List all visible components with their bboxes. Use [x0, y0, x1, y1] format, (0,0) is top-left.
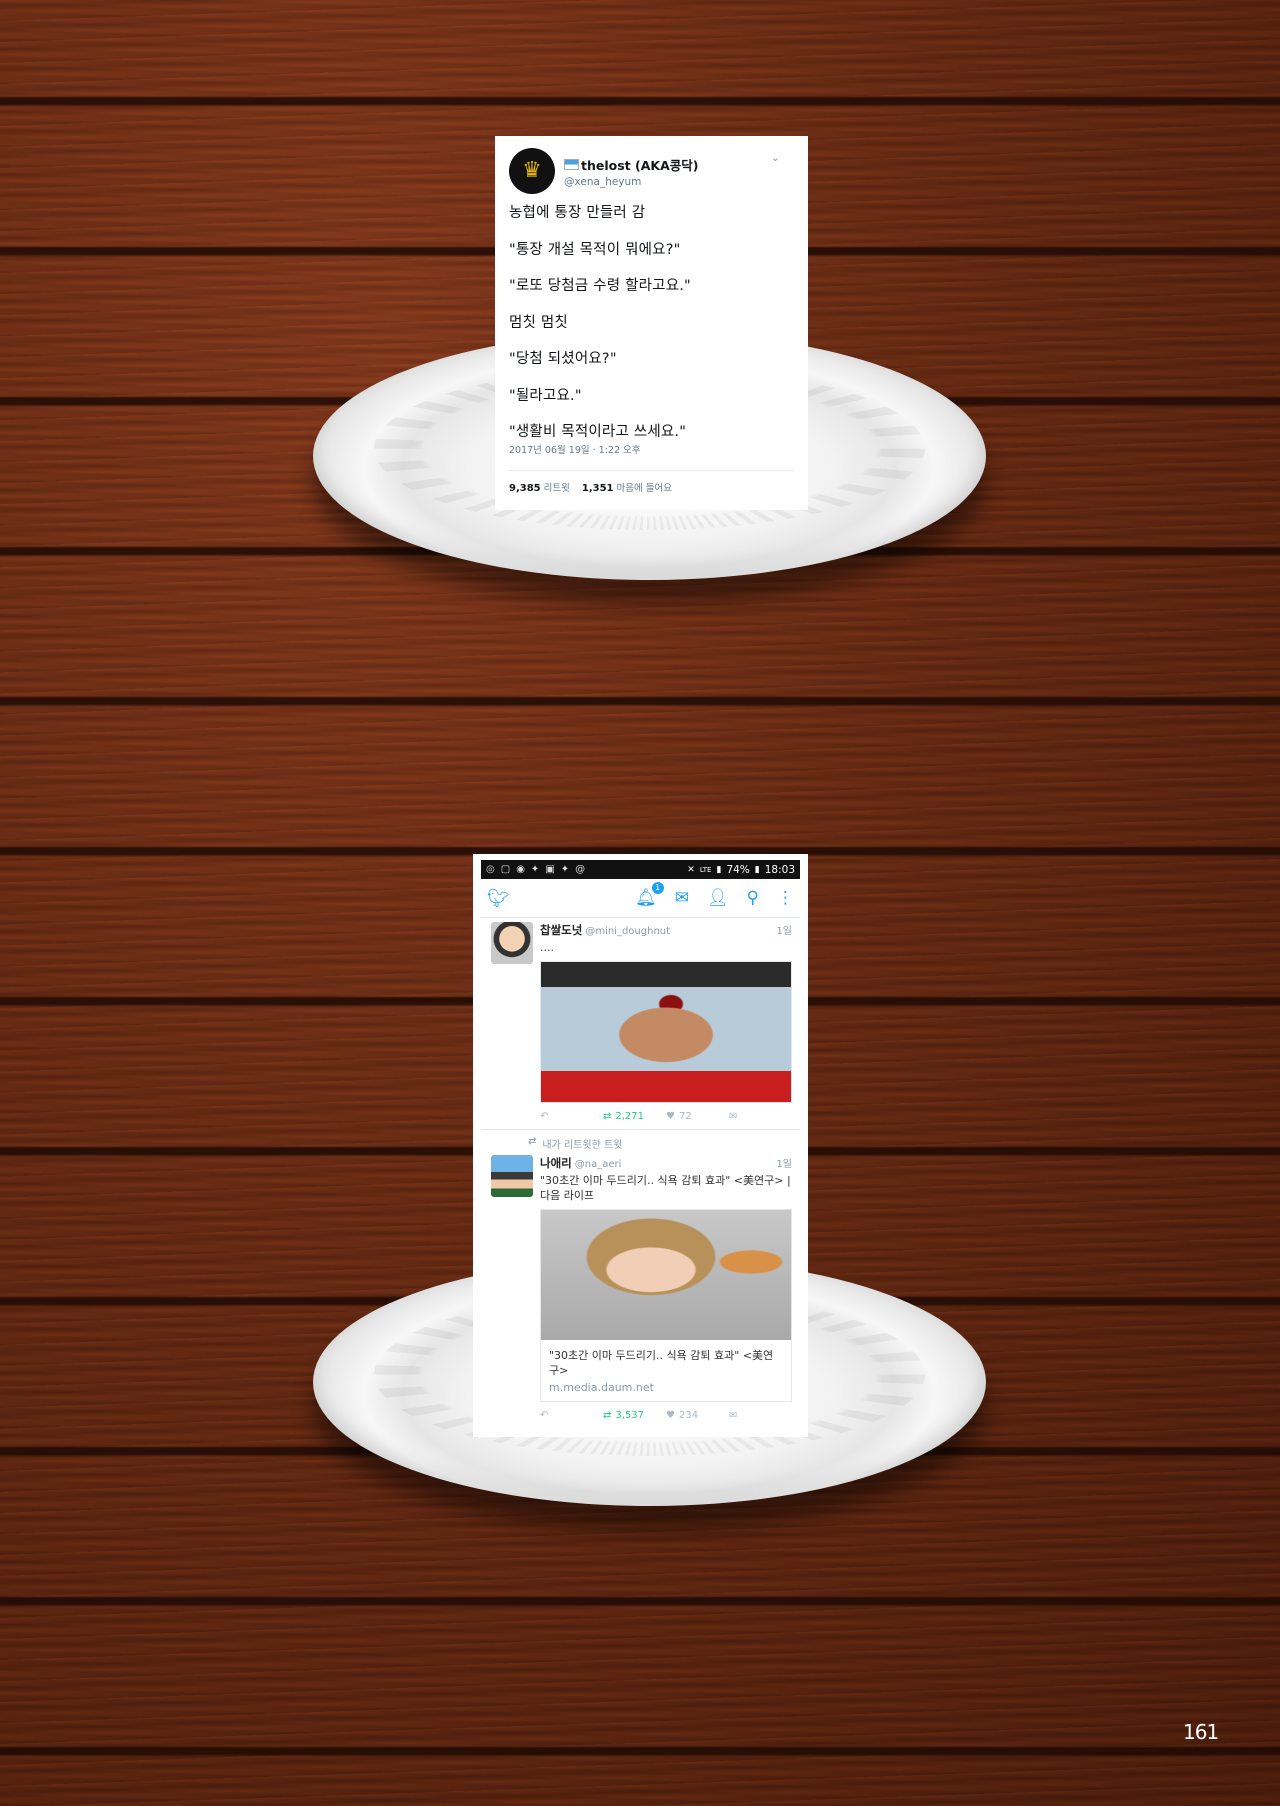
tweet-timestamp[interactable]: 2017년 06월 19일 · 1:22 오후	[509, 442, 794, 456]
retweet-count[interactable]: 9,385 리트윗	[509, 480, 570, 494]
tweet-line: "될라고요."	[509, 387, 582, 404]
app-bar-actions: 🔔︎ 1 ✉ 👤︎ ⚲ ⋮	[635, 881, 794, 908]
like-count: 72	[678, 1110, 692, 1122]
tweet-card: ♛ thelost (AKA콩닥) @xena_heyum ⌄ 농협에 통장 만…	[495, 136, 808, 510]
app-bar: 🐦︎ 🔔︎ 1 ✉ 👤︎ ⚲ ⋮	[481, 879, 800, 918]
retweet-count-value: 9,385	[509, 483, 541, 494]
reply-icon[interactable]: ↶	[540, 1111, 603, 1122]
search-icon[interactable]: ⚲	[747, 888, 759, 908]
like-count-label: 마음에 들어요	[616, 483, 672, 494]
direct-message-icon[interactable]: ✉	[729, 1410, 792, 1421]
tweet-line: 농협에 통장 만들러 감	[509, 205, 646, 221]
tweet-line: "로또 당첨금 수령 할라고요."	[509, 278, 691, 294]
tweet-content: 찹쌀도넛 @mini_doughnut 1일 .... ↶ ⇄ 2,271 ♥ 72…	[540, 922, 800, 1129]
mute-icon: ✕	[687, 864, 695, 875]
display-name[interactable]: 찹쌀도넛	[540, 922, 582, 938]
clock: 18:03	[764, 863, 795, 876]
battery-icon: ▮	[754, 864, 760, 875]
tweet-line: "통장 개설 목적이 뭐에요?"	[509, 241, 681, 258]
battery-percent: 74%	[726, 863, 750, 876]
app-notification-icon: ▢	[500, 864, 511, 875]
user-handle[interactable]: @xena_heyum	[564, 176, 771, 188]
retweet-count: 2,271	[615, 1110, 645, 1122]
retweeted-by-me-label: ⇄ 내가 리트윗한 트윗	[481, 1130, 800, 1151]
app-notification-icon: ◎	[486, 864, 495, 875]
retweet-count: 3,537	[615, 1409, 645, 1421]
app-notification-icon: ◉	[516, 864, 525, 875]
notification-icons: ◎ ▢ ◉ ✦ ▣ ✦ @	[486, 864, 585, 875]
twitter-logo-icon[interactable]: 🐦︎	[487, 888, 510, 909]
notifications-bell-icon[interactable]: 🔔︎ 1	[635, 881, 665, 908]
tweet-header: 찹쌀도넛 @mini_doughnut 1일	[540, 922, 792, 938]
like-button[interactable]: ♥ 234	[666, 1410, 729, 1421]
app-notification-icon: @	[575, 864, 586, 875]
tweet-line: "생활비 목적이라고 쓰세요."	[509, 424, 687, 440]
more-options-icon[interactable]: ⋮	[777, 888, 794, 908]
tweet-stats: 9,385 리트윗 1,351 마음에 들어요	[509, 471, 794, 494]
tweet-time: 1일	[776, 1159, 792, 1170]
tweet-header: 나애리 @na_aeri 1일	[540, 1155, 792, 1171]
user-handle[interactable]: @mini_doughnut	[585, 926, 776, 937]
signal-icon: ▮	[716, 864, 722, 875]
like-button[interactable]: ♥ 72	[666, 1111, 729, 1122]
page-number: 161	[1183, 1720, 1219, 1744]
twitter-notification-icon: ✦	[530, 864, 540, 875]
tweet-actions: ↶ ⇄ 2,271 ♥ 72 ✉	[540, 1103, 792, 1129]
retweet-icon: ⇄	[528, 1136, 537, 1147]
avatar[interactable]	[491, 922, 533, 964]
tweet-content: 나애리 @na_aeri 1일 "30초간 이마 두드리기.. 식욕 감퇴 효과…	[540, 1155, 800, 1428]
retweeted-label-text: 내가 리트윗한 트윗	[542, 1140, 623, 1151]
like-count[interactable]: 1,351 마음에 들어요	[582, 480, 672, 494]
reply-icon[interactable]: ↶	[540, 1410, 603, 1421]
tweet-line: 멈칫 멈칫	[509, 314, 568, 331]
link-card-url: m.media.daum.net	[549, 1381, 654, 1394]
link-card[interactable]: "30초간 이마 두드리기.. 식욕 감퇴 효과" <美연구> m.media.…	[540, 1209, 792, 1402]
status-bar: ◎ ▢ ◉ ✦ ▣ ✦ @ ✕ LTE ▮ 74% ▮ 18:03	[481, 860, 800, 879]
retweet-button[interactable]: ⇄ 3,537	[603, 1410, 666, 1421]
tweet-photo[interactable]	[540, 961, 792, 1103]
direct-message-icon[interactable]: ✉	[729, 1111, 792, 1122]
tweet-author: thelost (AKA콩닥) @xena_heyum	[564, 155, 771, 188]
status-indicators: ✕ LTE ▮ 74% ▮ 18:03	[687, 864, 795, 876]
twitter-notification-icon: ✦	[560, 864, 570, 875]
phone-screenshot: ◎ ▢ ◉ ✦ ▣ ✦ @ ✕ LTE ▮ 74% ▮ 18:03 🐦︎ 🔔︎ 1…	[473, 854, 808, 1437]
link-card-title: "30초간 이마 두드리기.. 식욕 감퇴 효과" <美연구>	[549, 1349, 774, 1377]
tweet-actions: ↶ ⇄ 3,537 ♥ 234 ✉	[540, 1402, 792, 1428]
like-count-value: 1,351	[581, 483, 614, 494]
avatar[interactable]	[491, 1155, 533, 1197]
heart-icon: ♥	[666, 1409, 675, 1421]
tweet-line: "당첨 되셨어요?"	[509, 351, 617, 367]
retweet-count-label: 리트윗	[543, 483, 570, 494]
display-name-text: thelost (AKA콩닥)	[581, 157, 699, 173]
flag-emoji-icon	[564, 158, 579, 170]
add-user-icon[interactable]: 👤︎	[707, 888, 729, 908]
timeline-tweet[interactable]: 찹쌀도넛 @mini_doughnut 1일 .... ↶ ⇄ 2,271 ♥ 72…	[481, 918, 800, 1130]
tweet-header: ♛ thelost (AKA콩닥) @xena_heyum ⌄	[509, 147, 794, 195]
messages-envelope-icon[interactable]: ✉	[675, 888, 689, 908]
retweet-button[interactable]: ⇄ 2,271	[603, 1111, 666, 1122]
link-card-body: "30초간 이마 두드리기.. 식욕 감퇴 효과" <美연구> m.media.…	[541, 1340, 791, 1401]
tweet-text: 농협에 통장 만들러 감 "통장 개설 목적이 뭐에요?" "로또 당첨금 수령…	[509, 203, 794, 442]
tweet-text: "30초간 이마 두드리기.. 식욕 감퇴 효과" <美연구> | 다음 라이프	[540, 1174, 791, 1202]
retweet-icon: ⇄	[603, 1409, 612, 1421]
tweet-text: ....	[540, 941, 554, 954]
link-card-image	[541, 1210, 791, 1340]
gallery-notification-icon: ▣	[545, 864, 555, 875]
heart-icon: ♥	[666, 1110, 675, 1122]
timeline-tweet[interactable]: 나애리 @na_aeri 1일 "30초간 이마 두드리기.. 식욕 감퇴 효과…	[481, 1151, 800, 1428]
tweet-time: 1일	[776, 926, 792, 937]
notification-badge: 1	[650, 881, 665, 895]
display-name[interactable]: thelost (AKA콩닥)	[564, 155, 771, 174]
avatar[interactable]: ♛	[509, 148, 555, 194]
chevron-down-icon[interactable]: ⌄	[771, 151, 780, 164]
display-name[interactable]: 나애리	[540, 1155, 572, 1171]
crown-logo-icon: ♛	[522, 158, 542, 183]
user-handle[interactable]: @na_aeri	[575, 1159, 777, 1170]
retweet-icon: ⇄	[603, 1110, 612, 1122]
like-count: 234	[678, 1409, 699, 1421]
network-type: LTE	[699, 865, 712, 874]
